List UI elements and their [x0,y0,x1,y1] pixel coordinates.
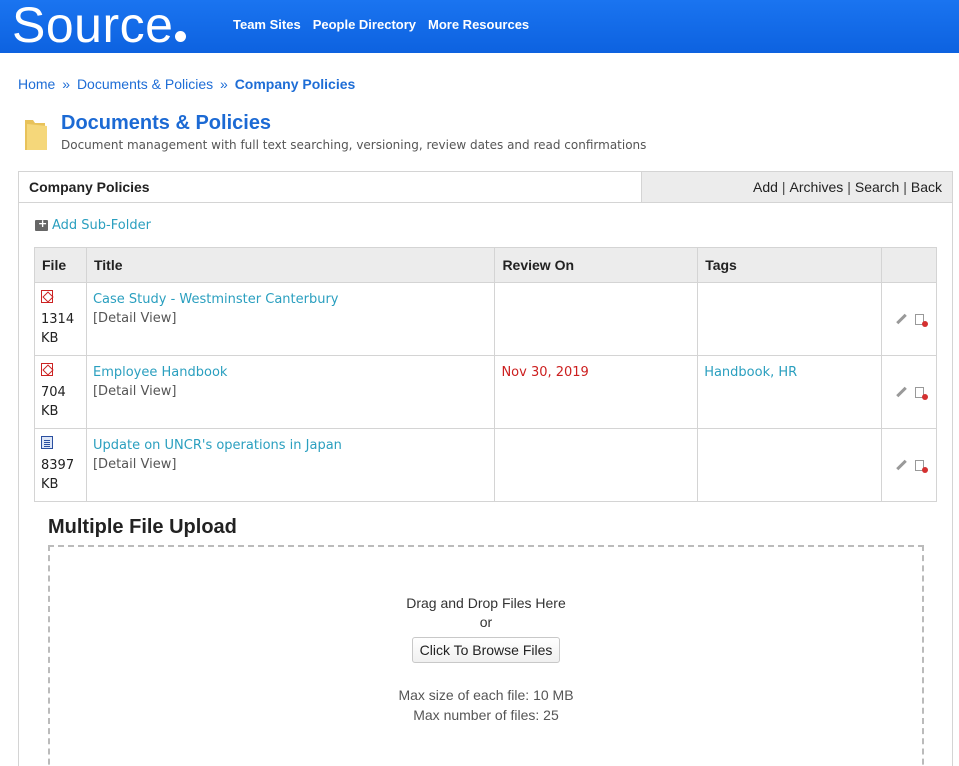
review-cell: Nov 30, 2019 [494,355,699,429]
breadcrumb-documents[interactable]: Documents & Policies [77,76,213,92]
site-logo[interactable]: Source [12,0,187,53]
edit-pencil-icon[interactable] [895,386,907,398]
breadcrumb-current[interactable]: Company Policies [235,76,356,92]
upload-heading: Multiple File Upload [48,516,237,538]
logo-dot [175,31,187,42]
folder-panel: Company Policies Add | Archives | Search | Bac… [18,171,953,766]
delete-document-icon[interactable] [914,313,928,327]
actions-cell [881,428,937,502]
top-nav: Team Sites People Directory More Resourc… [233,17,529,32]
review-date: Nov 30, 2019 [501,365,589,380]
nav-team-sites[interactable]: Team Sites [233,17,301,32]
file-size-unit: KB [41,404,59,419]
drag-drop-text: Drag and Drop Files Here [406,595,566,611]
breadcrumb: Home » Documents & Policies » Company Po… [18,76,355,92]
file-cell: 8397 KB [34,428,87,502]
panel-title: Company Policies [29,179,150,195]
panel-header: Company Policies Add | Archives | Search | Bac… [19,172,952,203]
review-cell [494,282,699,356]
back-link[interactable]: Back [911,179,942,195]
tags-link[interactable]: Handbook, HR [704,365,797,380]
document-title-link[interactable]: Case Study - Westminster Canterbury [93,290,488,309]
delete-document-icon[interactable] [914,459,928,473]
add-folder-icon [35,217,48,231]
page-title: Documents & Policies [61,112,272,134]
title-cell: Case Study - Westminster Canterbury [Det… [85,282,496,356]
delete-document-icon[interactable] [914,386,928,400]
table-row: 8397 KB Update on UNCR's operations in J… [34,428,937,502]
nav-more-resources[interactable]: More Resources [428,17,529,32]
edit-pencil-icon[interactable] [895,459,907,471]
table-row: 1314 KB Case Study - Westminster Canterb… [34,282,937,356]
tags-cell [697,282,883,356]
file-size-unit: KB [41,331,59,346]
documents-table: File Title Review On Tags 1314 KB Case S… [34,247,937,502]
breadcrumb-home[interactable]: Home [18,76,55,92]
col-file[interactable]: File [34,247,87,283]
divider: | [847,179,851,195]
max-files-text: Max number of files: 25 [413,707,559,723]
document-title-link[interactable]: Employee Handbook [93,363,488,382]
edit-pencil-icon[interactable] [895,313,907,325]
breadcrumb-separator: » [220,76,228,92]
browse-files-button[interactable]: Click To Browse Files [412,637,560,663]
divider: | [781,179,786,195]
word-doc-icon[interactable] [41,436,53,449]
max-size-text: Max size of each file: 10 MB [398,687,574,703]
detail-view-link[interactable]: [Detail View] [93,455,488,474]
file-size: 704 [41,385,66,400]
search-link[interactable]: Search [855,179,899,195]
panel-actions: Add | Archives | Search | Back [641,172,952,202]
add-link[interactable]: Add [753,179,778,195]
file-size: 8397 [41,458,75,473]
file-cell: 1314 KB [34,282,87,356]
top-bar: Source Team Sites People Directory More … [0,0,959,53]
detail-view-link[interactable]: [Detail View] [93,309,488,328]
file-size: 1314 [41,312,75,327]
file-cell: 704 KB [34,355,87,429]
or-text: or [479,614,493,630]
actions-cell [881,282,937,356]
col-title[interactable]: Title [85,247,496,283]
archives-link[interactable]: Archives [790,179,844,195]
breadcrumb-separator: » [62,76,71,92]
title-cell: Employee Handbook [Detail View] [85,355,496,429]
file-size-unit: KB [41,477,59,492]
add-subfolder-link[interactable]: Add Sub-Folder [35,217,151,233]
logo-text: Source [12,0,174,53]
detail-view-link[interactable]: [Detail View] [93,382,488,401]
tags-cell [697,428,883,502]
col-review-on[interactable]: Review On [494,247,699,283]
table-header-row: File Title Review On Tags [34,247,937,283]
pdf-icon[interactable] [41,290,53,303]
page-description: Document management with full text searc… [61,138,647,152]
table-row: 704 KB Employee Handbook [Detail View] N… [34,355,937,429]
pdf-icon[interactable] [41,363,53,376]
title-cell: Update on UNCR's operations in Japan [De… [85,428,496,502]
file-dropzone[interactable]: Drag and Drop Files Here or Click To Bro… [48,545,924,766]
col-tags[interactable]: Tags [697,247,883,283]
review-cell [494,428,699,502]
document-title-link[interactable]: Update on UNCR's operations in Japan [93,436,488,455]
add-subfolder-label: Add Sub-Folder [52,218,151,233]
actions-cell [881,355,937,429]
col-actions [881,247,937,283]
nav-people-directory[interactable]: People Directory [313,17,416,32]
divider: | [903,179,907,195]
tags-cell: Handbook, HR [697,355,883,429]
folder-icon [25,120,47,150]
